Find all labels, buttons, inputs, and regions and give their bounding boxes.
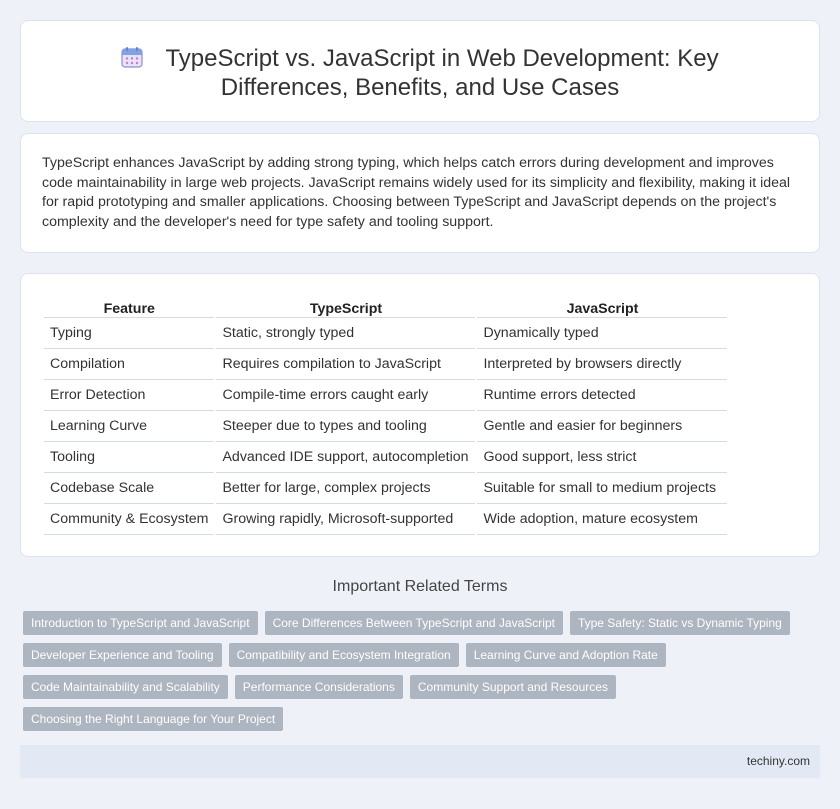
- related-term-tag[interactable]: Compatibility and Ecosystem Integration: [228, 643, 459, 667]
- header-javascript: JavaScript: [477, 296, 728, 318]
- javascript-cell: Runtime errors detected: [477, 380, 728, 411]
- feature-cell: Compilation: [44, 349, 215, 380]
- table-row: Community & Ecosystem Growing rapidly, M…: [44, 504, 728, 535]
- javascript-cell: Suitable for small to medium projects: [477, 473, 728, 504]
- related-term-tag[interactable]: Learning Curve and Adoption Rate: [465, 643, 666, 667]
- typescript-cell: Compile-time errors caught early: [216, 380, 476, 411]
- footer-brand[interactable]: techiny.com: [747, 754, 810, 768]
- typescript-cell: Better for large, complex projects: [216, 473, 476, 504]
- calendar-icon: [121, 47, 144, 68]
- tag-row: Introduction to TypeScript and JavaScrip…: [23, 611, 823, 635]
- javascript-cell: Good support, less strict: [477, 442, 728, 473]
- related-term-tag[interactable]: Performance Considerations: [234, 675, 403, 699]
- related-terms-list: Introduction to TypeScript and JavaScrip…: [23, 611, 823, 739]
- tag-row: Developer Experience and Tooling Compati…: [23, 643, 823, 667]
- typescript-cell: Static, strongly typed: [216, 318, 476, 349]
- intro-paragraph: TypeScript enhances JavaScript by adding…: [42, 155, 791, 230]
- related-term-tag[interactable]: Community Support and Resources: [409, 675, 616, 699]
- related-term-tag[interactable]: Core Differences Between TypeScript and …: [264, 611, 563, 635]
- tag-row: Code Maintainability and Scalability Per…: [23, 675, 823, 699]
- page-title: TypeScript vs. JavaScript in Web Develop…: [165, 45, 719, 101]
- feature-cell: Typing: [44, 318, 215, 349]
- javascript-cell: Gentle and easier for beginners: [477, 411, 728, 442]
- footer: techiny.com: [20, 745, 820, 778]
- header-feature: Feature: [44, 296, 215, 318]
- related-term-tag[interactable]: Code Maintainability and Scalability: [23, 675, 228, 699]
- header-typescript: TypeScript: [216, 296, 476, 318]
- table-row: Codebase Scale Better for large, complex…: [44, 473, 728, 504]
- table-row: Typing Static, strongly typed Dynamicall…: [44, 318, 728, 349]
- related-term-tag[interactable]: Type Safety: Static vs Dynamic Typing: [569, 611, 790, 635]
- table-row: Learning Curve Steeper due to types and …: [44, 411, 728, 442]
- comparison-table: Feature TypeScript JavaScript Typing Sta…: [42, 296, 729, 535]
- page-title-wrap: TypeScript vs. JavaScript in Web Develop…: [21, 44, 819, 102]
- header-card: TypeScript vs. JavaScript in Web Develop…: [20, 20, 820, 122]
- typescript-cell: Advanced IDE support, autocompletion: [216, 442, 476, 473]
- javascript-cell: Interpreted by browsers directly: [477, 349, 728, 380]
- tag-row: Choosing the Right Language for Your Pro…: [23, 707, 823, 731]
- related-term-tag[interactable]: Developer Experience and Tooling: [23, 643, 222, 667]
- typescript-cell: Steeper due to types and tooling: [216, 411, 476, 442]
- feature-cell: Error Detection: [44, 380, 215, 411]
- related-term-tag[interactable]: Introduction to TypeScript and JavaScrip…: [23, 611, 258, 635]
- table-row: Compilation Requires compilation to Java…: [44, 349, 728, 380]
- feature-cell: Learning Curve: [44, 411, 215, 442]
- feature-cell: Codebase Scale: [44, 473, 215, 504]
- typescript-cell: Growing rapidly, Microsoft-supported: [216, 504, 476, 535]
- related-term-tag[interactable]: Choosing the Right Language for Your Pro…: [23, 707, 284, 731]
- comparison-card: Feature TypeScript JavaScript Typing Sta…: [20, 273, 820, 557]
- typescript-cell: Requires compilation to JavaScript: [216, 349, 476, 380]
- javascript-cell: Dynamically typed: [477, 318, 728, 349]
- table-header-row: Feature TypeScript JavaScript: [44, 296, 728, 318]
- feature-cell: Tooling: [44, 442, 215, 473]
- table-row: Error Detection Compile-time errors caug…: [44, 380, 728, 411]
- intro-card: TypeScript enhances JavaScript by adding…: [20, 133, 820, 253]
- table-row: Tooling Advanced IDE support, autocomple…: [44, 442, 728, 473]
- related-terms-heading: Important Related Terms: [332, 578, 508, 595]
- feature-cell: Community & Ecosystem: [44, 504, 215, 535]
- javascript-cell: Wide adoption, mature ecosystem: [477, 504, 728, 535]
